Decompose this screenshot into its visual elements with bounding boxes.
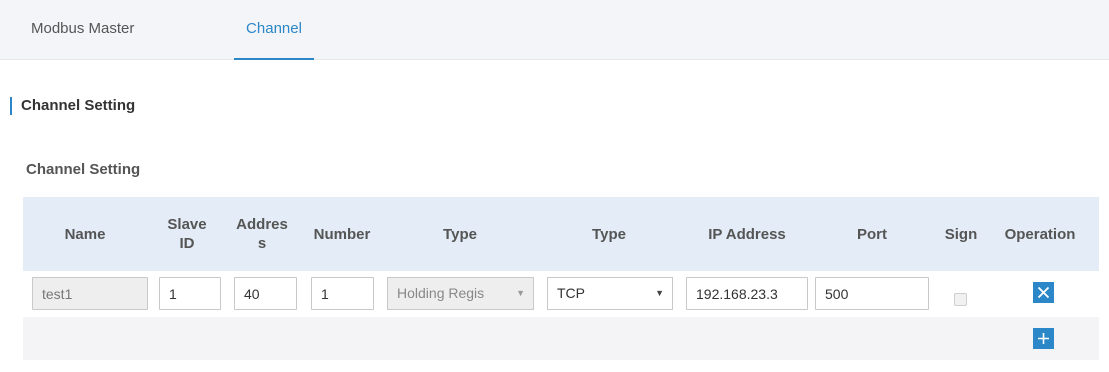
column-header-register-type: Type	[443, 225, 477, 243]
column-header-port: Port	[857, 225, 887, 243]
name-input[interactable]	[32, 277, 148, 310]
connection-type-select[interactable]: TCP ▼	[547, 277, 673, 310]
address-input[interactable]	[234, 277, 297, 310]
column-header-number: Number	[313, 225, 371, 243]
slave-id-input[interactable]	[159, 277, 221, 310]
sign-checkbox[interactable]	[954, 293, 967, 306]
column-header-connection-type: Type	[592, 225, 626, 243]
tab-modbus-master[interactable]: Modbus Master	[31, 0, 134, 60]
column-header-address: Addres s	[236, 216, 288, 252]
section-title-text: Channel Setting	[21, 97, 136, 114]
column-header-slave-id: Slave ID	[167, 216, 207, 252]
tab-channel[interactable]: Channel	[234, 0, 314, 60]
channel-table: Name Slave ID Addres s Number Type Type …	[23, 197, 1099, 360]
table-footer-row	[23, 317, 1099, 360]
delete-row-button[interactable]	[1033, 282, 1054, 303]
column-header-name: Name	[64, 225, 106, 243]
column-header-operation: Operation	[1004, 225, 1076, 243]
tab-bar: Modbus Master Channel	[0, 0, 1109, 60]
add-row-button[interactable]	[1033, 328, 1054, 349]
port-input[interactable]	[815, 277, 929, 310]
table-header: Name Slave ID Addres s Number Type Type …	[23, 197, 1099, 271]
table-row: Holding Regis ▼ TCP ▼	[23, 271, 1099, 317]
channel-setting-subtitle: Channel Setting	[26, 161, 141, 178]
column-header-sign: Sign	[944, 225, 978, 243]
chevron-down-icon: ▼	[516, 288, 525, 298]
section-title: Channel Setting	[10, 96, 135, 116]
chevron-down-icon: ▼	[655, 288, 664, 298]
section-title-accent-bar	[10, 97, 12, 115]
close-icon	[1037, 286, 1050, 299]
ip-address-input[interactable]	[686, 277, 808, 310]
column-header-ip-address: IP Address	[708, 225, 786, 243]
register-type-value: Holding Regis	[397, 285, 485, 301]
number-input[interactable]	[311, 277, 374, 310]
connection-type-value: TCP	[557, 285, 585, 301]
plus-icon	[1038, 333, 1049, 344]
register-type-select[interactable]: Holding Regis ▼	[387, 277, 534, 310]
